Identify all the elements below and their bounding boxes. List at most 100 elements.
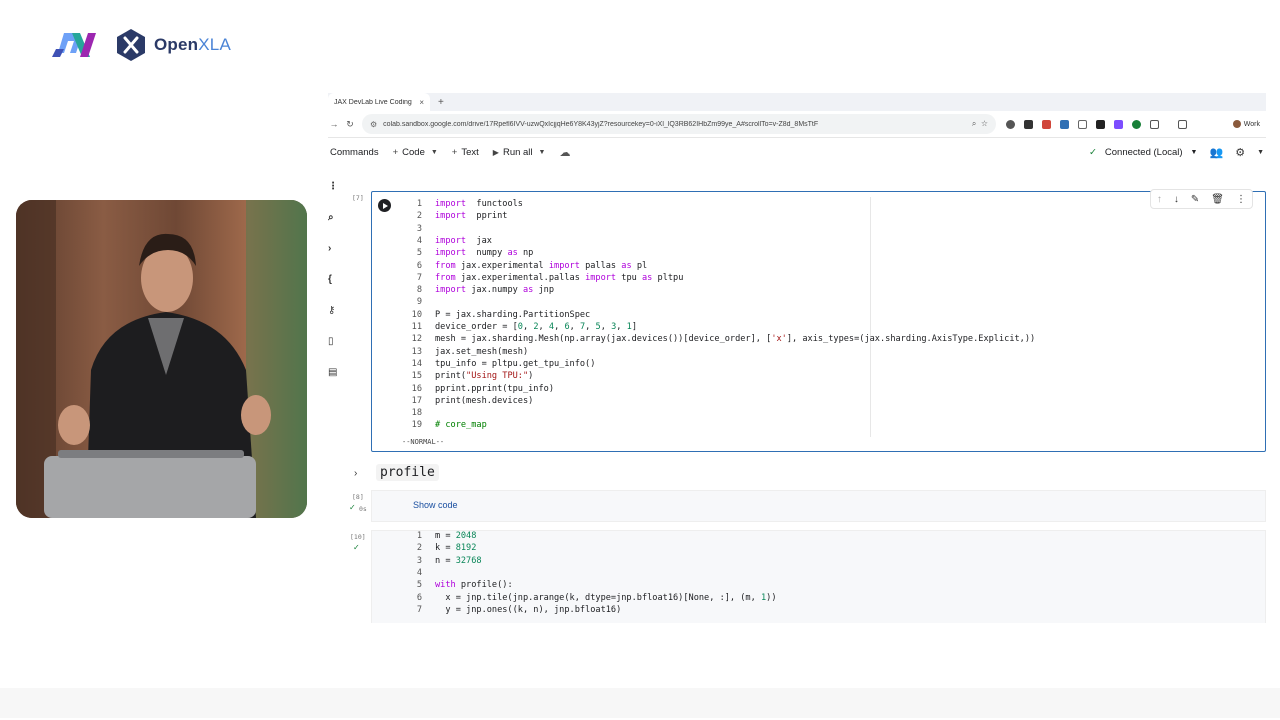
extension-icon[interactable] (1078, 119, 1087, 129)
code-cell[interactable]: 1 m = 2048 2 k = 8192 3 n = 32768 4 5 with profi… (371, 530, 1266, 623)
chevron-down-icon[interactable]: ▼ (1257, 149, 1264, 156)
code-line[interactable]: 18 (372, 408, 1232, 420)
line-number: 5 (416, 248, 422, 259)
key-icon[interactable]: ⚷ (328, 305, 335, 316)
search-icon[interactable]: ⌕ (328, 212, 334, 223)
collapsed-code-cell[interactable]: Show code (371, 490, 1266, 522)
code-line[interactable]: 19 # core_map (372, 420, 1232, 432)
run-all-button[interactable]: ▶ Run all ▼ (493, 147, 546, 158)
code-line[interactable]: 7 y = jnp.ones((k, n), jnp.bfloat16) (372, 605, 1232, 617)
new-tab-button[interactable]: + (438, 97, 444, 108)
more-vert-icon[interactable]: ⋮ (1236, 194, 1246, 205)
code-text: mesh = jax.sharding.Mesh(np.array(jax.de… (435, 334, 1036, 345)
extension-icon[interactable] (1006, 119, 1015, 129)
code-line[interactable]: 6 from jax.experimental import pallas as … (372, 261, 1232, 273)
show-code-link[interactable]: Show code (413, 500, 458, 510)
chevron-down-icon[interactable]: ▼ (1191, 149, 1198, 156)
code-text: print(mesh.devices) (435, 395, 534, 406)
avatar (1232, 120, 1241, 128)
code-text: m = 2048 (435, 531, 477, 541)
code-line[interactable]: 1 import functools (372, 199, 1232, 211)
line-number: 7 (416, 604, 422, 615)
terminal-icon[interactable]: ▤ (328, 367, 337, 378)
speaker-video (16, 200, 307, 518)
side-panel-icon[interactable] (1178, 119, 1187, 129)
code-line[interactable]: 1 m = 2048 (372, 531, 1232, 543)
code-line[interactable]: 13 jax.set_mesh(mesh) (372, 347, 1232, 359)
code-line[interactable]: 2 import pprint (372, 211, 1232, 223)
code-line[interactable]: 4 import jax (372, 236, 1232, 248)
zoom-icon[interactable]: ⌕ (972, 119, 976, 128)
extension-icon[interactable] (1114, 119, 1123, 129)
code-line[interactable]: 5 import numpy as np (372, 248, 1232, 260)
files-icon[interactable]: ▯ (328, 336, 334, 347)
code-line[interactable]: 3 (372, 224, 1232, 236)
close-tab-icon[interactable]: × (419, 98, 424, 107)
chevron-down-icon[interactable]: ▼ (539, 149, 546, 156)
code-line[interactable]: 3 n = 32768 (372, 556, 1232, 568)
back-icon[interactable]: → (328, 119, 340, 129)
reload-icon[interactable]: ↻ (344, 119, 356, 130)
site-info-icon[interactable]: ⚙ (370, 120, 377, 129)
browser-window: JAX DevLab Live Coding × + → ↻ ⚙ colab.s… (328, 93, 1266, 623)
chevron-right-icon[interactable]: › (354, 468, 357, 479)
code-line[interactable]: 4 (372, 568, 1232, 580)
code-text: from jax.experimental.pallas import tpu … (435, 272, 684, 283)
add-code-button[interactable]: + Code ▼ (393, 147, 438, 158)
tab-devlab[interactable]: JAX DevLab Live Coding × (328, 93, 430, 111)
extension-icon[interactable] (1060, 119, 1069, 129)
gear-icon[interactable]: ⚙ (1235, 146, 1245, 159)
line-number: 10 (411, 309, 422, 320)
variables-icon[interactable]: { (328, 274, 332, 285)
extension-icon[interactable] (1096, 119, 1105, 129)
plus-icon: + (392, 146, 399, 158)
line-number: 4 (416, 235, 422, 246)
extension-icon[interactable] (1042, 119, 1051, 129)
line-number: 19 (411, 420, 422, 431)
profile-chip[interactable]: Work (1232, 120, 1260, 128)
code-line[interactable]: 17 print(mesh.devices) (372, 396, 1232, 408)
speaker-image (16, 200, 307, 518)
code-line[interactable]: 9 (372, 297, 1232, 309)
code-line[interactable]: 16 pprint.pprint(tpu_info) (372, 384, 1232, 396)
code-text: x = jnp.tile(jnp.arange(k, dtype=jnp.bfl… (435, 592, 777, 603)
puzzle-icon[interactable] (1150, 119, 1159, 129)
extension-icon[interactable] (1024, 119, 1033, 129)
line-number: 3 (416, 555, 422, 566)
code-line[interactable]: 15 print("Using TPU:") (372, 371, 1232, 383)
code-line[interactable]: 2 k = 8192 (372, 543, 1232, 555)
code-line[interactable]: 8 import jax.numpy as jnp (372, 285, 1232, 297)
code-line[interactable]: 6 x = jnp.tile(jnp.arange(k, dtype=jnp.b… (372, 593, 1232, 605)
add-text-button[interactable]: + Text (452, 147, 479, 158)
code-line[interactable]: 14 tpu_info = pltpu.get_tpu_info() (372, 359, 1232, 371)
line-number: 6 (416, 592, 422, 603)
extensions (1006, 119, 1187, 129)
chevron-down-icon[interactable]: ▼ (431, 149, 438, 156)
code-line[interactable]: 11 device_order = [0, 2, 4, 6, 7, 5, 3, 1… (372, 322, 1232, 334)
chevron-right-icon[interactable]: › (328, 243, 331, 254)
save-to-drive-icon[interactable]: ☁ (559, 146, 570, 159)
code-text: tpu_info = pltpu.get_tpu_info() (435, 358, 596, 369)
connection-status[interactable]: Connected (Local) (1105, 147, 1183, 158)
code-text: n = 32768 (435, 555, 482, 566)
line-number: 16 (411, 383, 422, 394)
check-icon: ✓ (349, 503, 356, 512)
openxla-logo: OpenXLA (114, 28, 231, 62)
line-number: 5 (416, 580, 422, 591)
bookmark-star-icon[interactable]: ☆ (981, 119, 988, 128)
code-cell-active[interactable]: ↑ ↓ ✎ 🗑 ⋮ 1 import functools 2 import pprin… (371, 189, 1266, 452)
url-input[interactable]: ⚙ colab.sandbox.google.com/drive/17Rpefl… (362, 114, 996, 134)
line-number: 13 (411, 346, 422, 357)
line-number: 2 (416, 543, 422, 554)
code-line[interactable]: 5 with profile(): (372, 580, 1232, 592)
share-people-icon[interactable]: 👥 (1209, 146, 1223, 159)
extension-icon[interactable] (1132, 119, 1141, 129)
url-text: colab.sandbox.google.com/drive/17Rpefl6I… (383, 120, 819, 128)
logos: OpenXLA (50, 28, 231, 62)
toc-icon[interactable]: ⋮ (328, 181, 338, 192)
line-number: 3 (416, 223, 422, 234)
code-line[interactable]: 10 P = jax.sharding.PartitionSpec (372, 310, 1232, 322)
commands-button[interactable]: Commands (330, 147, 379, 158)
code-line[interactable]: 7 from jax.experimental.pallas import tpu… (372, 273, 1232, 285)
code-line[interactable]: 12 mesh = jax.sharding.Mesh(np.array(jax.… (372, 334, 1232, 346)
